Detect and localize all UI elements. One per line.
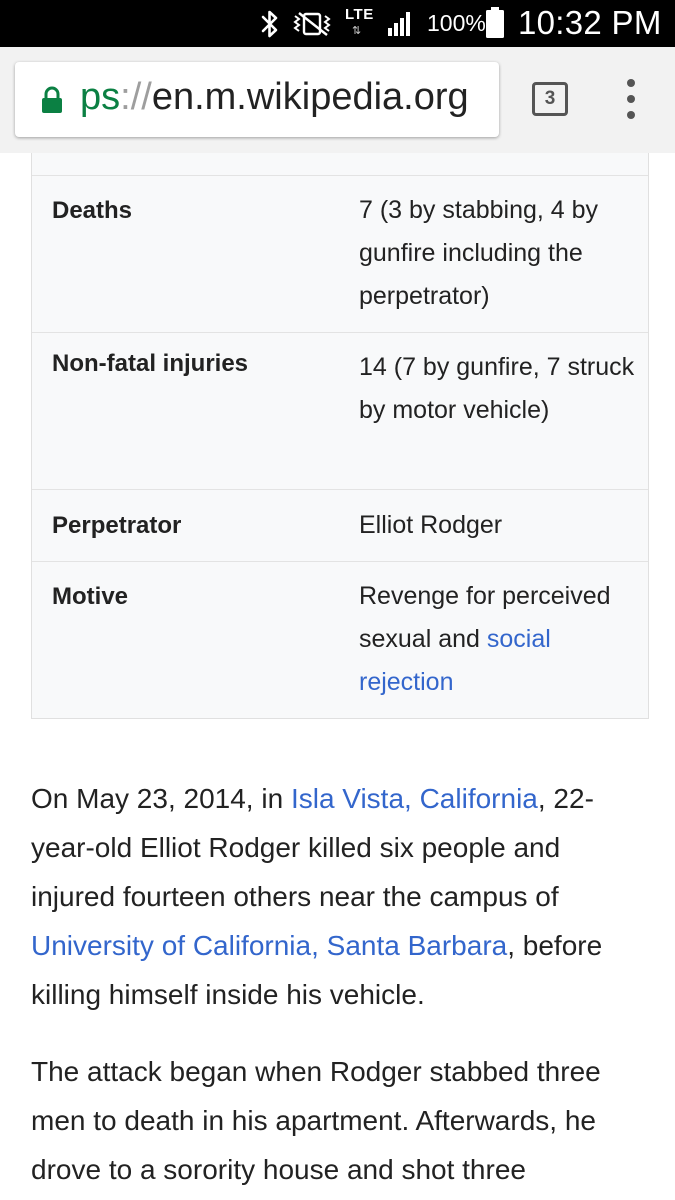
- article-paragraph: On May 23, 2014, in Isla Vista, Californ…: [31, 774, 651, 1019]
- infobox-label: Motive: [52, 583, 129, 610]
- lock-icon[interactable]: [41, 86, 63, 114]
- motive-text: Revenge for perceived sexual and: [359, 582, 611, 653]
- overflow-menu-icon[interactable]: [621, 77, 641, 121]
- infobox-divider: [32, 489, 648, 490]
- browser-toolbar: ps://en.m.wikipedia.org 3: [0, 47, 675, 153]
- vibrate-icon: [293, 12, 331, 36]
- infobox-value: Revenge for perceived sexual and social …: [359, 575, 639, 704]
- infobox: Deaths 7 (3 by stabbing, 4 by gunfire in…: [31, 153, 649, 719]
- url-host: en.m.wikipedia.org: [151, 76, 469, 118]
- infobox-divider: [32, 332, 648, 333]
- url-text[interactable]: ps://en.m.wikipedia.org: [80, 76, 469, 119]
- bluetooth-icon: [261, 10, 278, 38]
- battery-percent: 100%: [427, 10, 486, 36]
- signal-icon: [388, 12, 410, 36]
- url-scheme: ps: [80, 76, 121, 118]
- address-bar[interactable]: ps://en.m.wikipedia.org: [15, 62, 499, 137]
- infobox-label: Perpetrator: [52, 512, 182, 539]
- data-activity-icon: ⇅: [352, 25, 362, 37]
- status-bar: LTE ⇅ 100% 10:32 PM: [0, 0, 675, 47]
- infobox-value: Elliot Rodger: [359, 511, 503, 539]
- clock: 10:32 PM: [518, 4, 662, 41]
- tab-switcher-button[interactable]: 3: [532, 82, 568, 116]
- infobox-divider: [32, 561, 648, 562]
- link-isla-vista[interactable]: Isla Vista, California: [291, 783, 538, 814]
- infobox-value: 7 (3 by stabbing, 4 by gunfire including…: [359, 196, 599, 310]
- infobox-label: Deaths: [52, 197, 133, 224]
- infobox-label: Non-fatal injuries: [52, 350, 249, 377]
- paragraph-text: On May 23, 2014, in: [31, 783, 291, 814]
- article-paragraph: The attack began when Rodger stabbed thr…: [31, 1056, 601, 1185]
- battery-icon: [486, 7, 504, 38]
- infobox-divider: [32, 175, 648, 176]
- infobox-value: 14 (7 by gunfire, 7 struck by motor vehi…: [359, 353, 635, 424]
- network-type-label: LTE: [345, 6, 374, 23]
- url-separator: ://: [120, 76, 152, 118]
- link-ucsb[interactable]: University of California, Santa Barbara: [31, 930, 507, 961]
